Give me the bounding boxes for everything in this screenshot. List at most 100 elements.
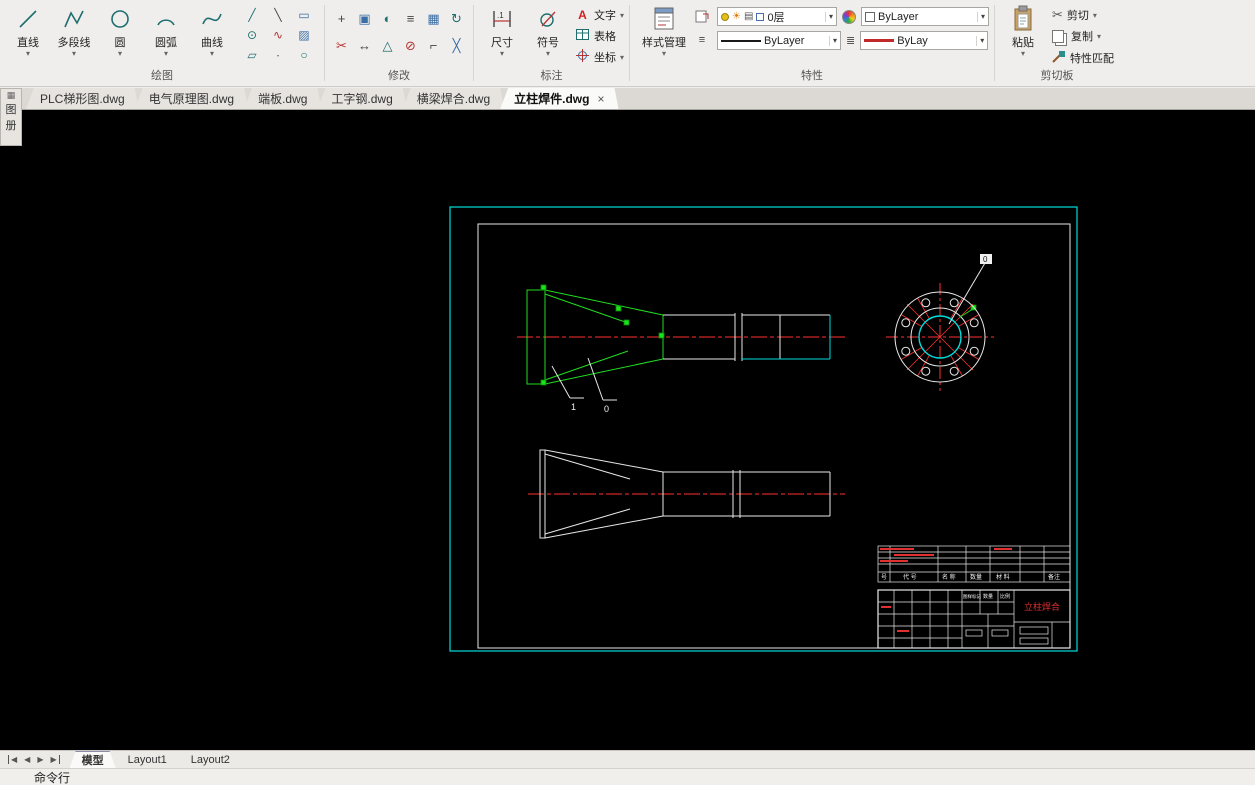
lineweight-combo[interactable]: ByLay ▾ [860,31,989,50]
dropdown-arrow-icon[interactable]: ▾ [825,11,833,22]
drawing-canvas[interactable]: 1 0 0 号 代 号 名 称 数量 材 料 备注 图样标记 数量 比例 立柱焊… [0,110,1255,750]
dropdown-arrow-icon[interactable]: ▾ [72,50,76,58]
dropdown-arrow-icon[interactable]: ▾ [620,53,624,62]
side-palette[interactable]: ▦ 图 册 [0,88,22,146]
palette-char: 册 [5,120,17,132]
dropdown-arrow-icon[interactable]: ▾ [1097,32,1101,41]
layout-tab-bar: ◀ ◀ ▶ ▶ 模型 Layout1 Layout2 [0,750,1255,768]
layer-panel-icon[interactable] [695,9,709,28]
bottom-side-view[interactable] [528,449,845,539]
hatch-icon[interactable]: ▨ [291,25,317,45]
annotate-stack: A 文字 ▾ 表格 坐标 ▾ [575,7,624,65]
revision-cloud-icon[interactable]: ∿ [265,25,291,45]
dropdown-arrow-icon[interactable]: ▾ [976,35,984,46]
menu-icon[interactable]: ≡ [699,34,705,46]
offset-icon[interactable]: ≡ [399,5,422,32]
dropdown-arrow-icon[interactable]: ▾ [662,50,666,58]
erase-icon[interactable]: ⊘ [399,32,422,59]
detail-label: 0 [983,255,988,264]
symbol-button[interactable]: 符号 ▾ [525,1,571,58]
layer-combo[interactable]: ☀ ▤ 0层 ▾ [717,7,838,26]
cut-icon: ✂ [1052,7,1063,22]
ribbon-group-clipboard: 粘贴 ▾ ✂ 剪切 ▾ 复制 ▾ 特性匹配 剪切板 [995,0,1119,86]
drawing-viewport[interactable]: 1 0 0 号 代 号 名 称 数量 材 料 备注 图样标记 数量 比例 立柱焊… [0,110,1255,750]
match-properties-icon [1052,49,1066,66]
construction-line-icon[interactable]: ╱ [239,5,265,25]
next-layout-icon[interactable]: ▶ [37,755,43,764]
svg-text:.1: .1 [497,11,504,20]
fillet-icon[interactable]: ⌐ [422,32,445,59]
trim-icon[interactable]: ✂ [330,32,353,59]
layer-plot-icon: ▤ [743,10,754,22]
last-layout-icon[interactable]: ▶ [50,755,60,764]
symbol-label: 符号 [537,37,559,49]
dimension-button[interactable]: .1 尺寸 ▾ [479,1,525,58]
clipboard-stack: ✂ 剪切 ▾ 复制 ▾ 特性匹配 [1052,7,1114,66]
donut-icon[interactable]: ⊙ [239,25,265,45]
table-button[interactable]: 表格 [575,28,624,44]
doc-tab-ibeam[interactable]: 工字钢.dwg [317,88,406,109]
rotate-icon[interactable]: ↻ [445,5,468,32]
linetype-combo[interactable]: ByLayer ▾ [717,31,842,50]
stretch-icon[interactable]: ↔ [353,32,376,59]
command-line-label[interactable]: 命令行 [34,769,70,785]
dropdown-arrow-icon[interactable]: ▾ [118,50,122,58]
doc-tab-plc[interactable]: PLC梯形图.dwg [26,88,139,109]
close-icon[interactable]: × [597,92,604,106]
prev-layout-icon[interactable]: ◀ [24,755,30,764]
dropdown-arrow-icon[interactable]: ▾ [977,11,985,22]
doc-tab-column-weld[interactable]: 立柱焊件.dwg × [500,88,618,109]
layer-freeze-icon: ☀ [732,10,741,22]
explode-icon[interactable]: ╳ [445,32,468,59]
dropdown-arrow-icon[interactable]: ▾ [546,50,550,58]
text-button[interactable]: A 文字 ▾ [575,7,624,23]
cut-button[interactable]: ✂ 剪切 ▾ [1052,7,1114,23]
copy-button[interactable]: 复制 ▾ [1052,28,1114,44]
spline-button[interactable]: 曲线 ▾ [189,1,235,58]
dropdown-arrow-icon[interactable]: ▾ [620,11,624,20]
dropdown-arrow-icon[interactable]: ▾ [829,35,837,46]
dropdown-arrow-icon[interactable]: ▾ [26,50,30,58]
mirror-icon[interactable]: ◐ [376,5,399,32]
circle-button[interactable]: 圆 ▾ [97,1,143,58]
dropdown-arrow-icon[interactable]: ▾ [210,50,214,58]
top-side-view[interactable]: 1 0 [517,289,845,414]
line-button[interactable]: 直线 ▾ [5,1,51,58]
paste-button[interactable]: 粘贴 ▾ [1000,1,1046,58]
rectangle-icon[interactable]: ▭ [291,5,317,25]
array-icon[interactable]: ▦ [422,5,445,32]
doc-tab-endplate[interactable]: 端板.dwg [244,88,321,109]
tab-layout2[interactable]: Layout2 [179,751,242,768]
ellipse-icon[interactable]: ○ [291,45,317,65]
arc-button[interactable]: 圆弧 ▾ [143,1,189,58]
dropdown-arrow-icon[interactable]: ▾ [1093,11,1097,20]
doc-tab-electrical[interactable]: 电气原理图.dwg [135,88,248,109]
ray-icon[interactable]: ╲ [265,5,291,25]
weld-number-1: 1 [571,402,576,412]
point-icon[interactable]: ∙ [265,45,291,65]
tab-layout1[interactable]: Layout1 [116,751,179,768]
title-block[interactable]: 号 代 号 名 称 数量 材 料 备注 图样标记 数量 比例 立柱焊合 [877,545,1071,649]
doc-tab-beam-weld[interactable]: 横梁焊合.dwg [403,88,504,109]
dropdown-arrow-icon[interactable]: ▾ [1021,50,1025,58]
move-icon[interactable]: + [330,5,353,32]
document-tab-bar: PLC梯形图.dwg 电气原理图.dwg 端板.dwg 工字钢.dwg 横梁焊合… [0,88,1255,110]
polygon-icon[interactable]: ▱ [239,45,265,65]
drawing-frame[interactable] [449,206,1078,652]
color-combo[interactable]: ByLayer ▾ [861,7,990,26]
ribbon: 直线 ▾ 多段线 ▾ 圆 ▾ 圆弧 ▾ 曲线 ▾ ╱ ╲ ▭ ⊙ ∿ ▨ ▱ ∙… [0,0,1255,87]
scale-icon[interactable]: △ [376,32,399,59]
polyline-button[interactable]: 多段线 ▾ [51,1,97,58]
dropdown-arrow-icon[interactable]: ▾ [164,50,168,58]
match-properties-button[interactable]: 特性匹配 [1052,49,1114,66]
color-wheel-icon[interactable] [842,9,857,24]
polyline-label: 多段线 [57,37,91,49]
doc-tab-label: 工字钢.dwg [331,92,393,106]
first-layout-icon[interactable]: ◀ [8,755,17,764]
tab-model[interactable]: 模型 [70,751,116,768]
flange-section-view[interactable]: 0 [886,254,994,391]
dropdown-arrow-icon[interactable]: ▾ [500,50,504,58]
coordinate-button[interactable]: 坐标 ▾ [575,49,624,65]
style-manager-button[interactable]: 样式管理 ▾ [635,1,693,58]
copy-tool-icon[interactable]: ▣ [353,5,376,32]
